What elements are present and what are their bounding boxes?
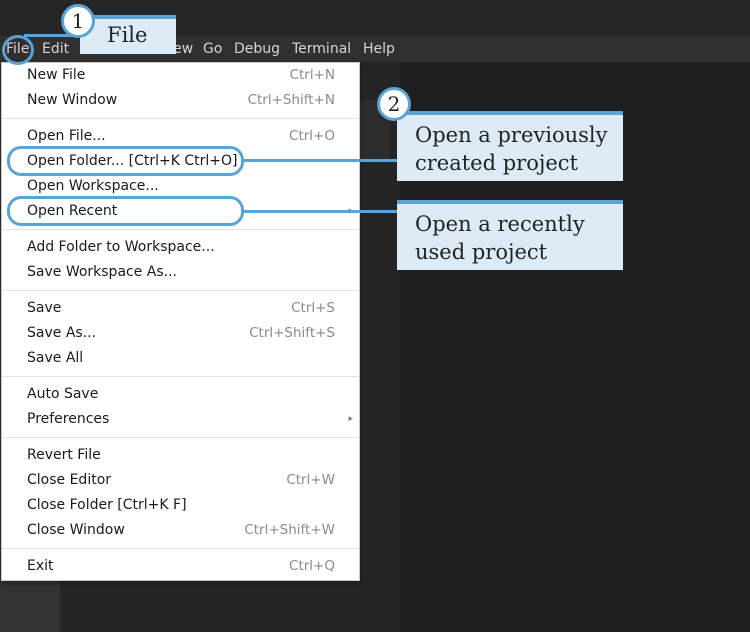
callout-3-text-line-2: used project bbox=[415, 240, 548, 264]
menu-item-shortcut: Ctrl+Shift+W bbox=[244, 522, 335, 538]
menu-item-label: Save All bbox=[27, 350, 84, 366]
menu-item-shortcut: Ctrl+Shift+S bbox=[249, 325, 335, 341]
menu-separator bbox=[2, 437, 359, 438]
menu-item-label: New File bbox=[27, 67, 86, 83]
menu-help[interactable]: Help bbox=[363, 36, 395, 62]
menu-item-label: Close Folder [Ctrl+K F] bbox=[27, 497, 187, 513]
menu-item-close-window[interactable]: Close Window Ctrl+Shift+W bbox=[2, 518, 359, 543]
menu-item-close-folder[interactable]: Close Folder [Ctrl+K F] bbox=[2, 493, 359, 518]
menu-item-preferences[interactable]: Preferences ▸ bbox=[2, 407, 359, 432]
menu-item-auto-save[interactable]: Auto Save bbox=[2, 382, 359, 407]
file-menu-highlight-ring bbox=[2, 35, 34, 65]
callout-2-number-badge: 2 bbox=[377, 87, 411, 121]
open-recent-highlight-ring bbox=[7, 196, 244, 226]
menu-item-shortcut: Ctrl+O bbox=[289, 128, 335, 144]
menu-item-shortcut: Ctrl+S bbox=[291, 300, 335, 316]
menu-item-exit[interactable]: Exit Ctrl+Q bbox=[2, 554, 359, 579]
menu-terminal[interactable]: Terminal bbox=[292, 36, 351, 62]
callout-1-text: File bbox=[107, 23, 148, 47]
menu-debug[interactable]: Debug bbox=[234, 36, 280, 62]
menu-item-label: Close Editor bbox=[27, 472, 112, 488]
menu-edit[interactable]: Edit bbox=[42, 36, 69, 62]
menu-item-shortcut: Ctrl+W bbox=[286, 472, 335, 488]
callout-2-connector bbox=[244, 159, 398, 162]
menu-item-label: Close Window bbox=[27, 522, 125, 538]
file-menu-dropdown: New File Ctrl+N New Window Ctrl+Shift+N … bbox=[1, 62, 360, 581]
menu-separator bbox=[2, 118, 359, 119]
menu-item-label: Save Workspace As... bbox=[27, 264, 178, 280]
menu-separator bbox=[2, 548, 359, 549]
callout-3-connector bbox=[244, 210, 398, 213]
menu-item-new-window[interactable]: New Window Ctrl+Shift+N bbox=[2, 88, 359, 113]
callout-1-number-badge: 1 bbox=[61, 4, 95, 38]
menu-item-label: Preferences bbox=[27, 411, 110, 427]
callout-2-text-line-1: Open a previously bbox=[415, 123, 608, 147]
callout-2-box: Open a previously created project bbox=[397, 111, 623, 181]
menu-item-new-file[interactable]: New File Ctrl+N bbox=[2, 63, 359, 88]
menu-separator bbox=[2, 229, 359, 230]
callout-3-box: Open a recently used project bbox=[397, 200, 623, 270]
menu-item-close-editor[interactable]: Close Editor Ctrl+W bbox=[2, 468, 359, 493]
menu-item-save-workspace-as[interactable]: Save Workspace As... bbox=[2, 260, 359, 285]
menu-item-label: Save As... bbox=[27, 325, 97, 341]
menu-item-label: New Window bbox=[27, 92, 118, 108]
open-folder-highlight-ring bbox=[7, 146, 244, 176]
menu-separator bbox=[2, 290, 359, 291]
menu-item-label: Auto Save bbox=[27, 386, 99, 402]
menu-item-shortcut: Ctrl+Q bbox=[289, 558, 335, 574]
callout-2-text-line-2: created project bbox=[415, 151, 578, 175]
menu-item-shortcut: Ctrl+Shift+N bbox=[247, 92, 335, 108]
menu-separator bbox=[2, 376, 359, 377]
callout-3-text-line-1: Open a recently bbox=[415, 212, 585, 236]
menu-item-label: Exit bbox=[27, 558, 54, 574]
menu-item-save-all[interactable]: Save All bbox=[2, 346, 359, 371]
menu-item-shortcut: Ctrl+N bbox=[289, 67, 335, 83]
menu-item-add-folder-to-workspace[interactable]: Add Folder to Workspace... bbox=[2, 235, 359, 260]
menu-item-revert-file[interactable]: Revert File bbox=[2, 443, 359, 468]
menu-item-label: Add Folder to Workspace... bbox=[27, 239, 215, 255]
menu-item-label: Save bbox=[27, 300, 62, 316]
submenu-arrow-icon: ▸ bbox=[348, 414, 353, 424]
menu-item-save[interactable]: Save Ctrl+S bbox=[2, 296, 359, 321]
menu-item-save-as[interactable]: Save As... Ctrl+Shift+S bbox=[2, 321, 359, 346]
menu-item-label: Revert File bbox=[27, 447, 101, 463]
menu-go[interactable]: Go bbox=[203, 36, 222, 62]
